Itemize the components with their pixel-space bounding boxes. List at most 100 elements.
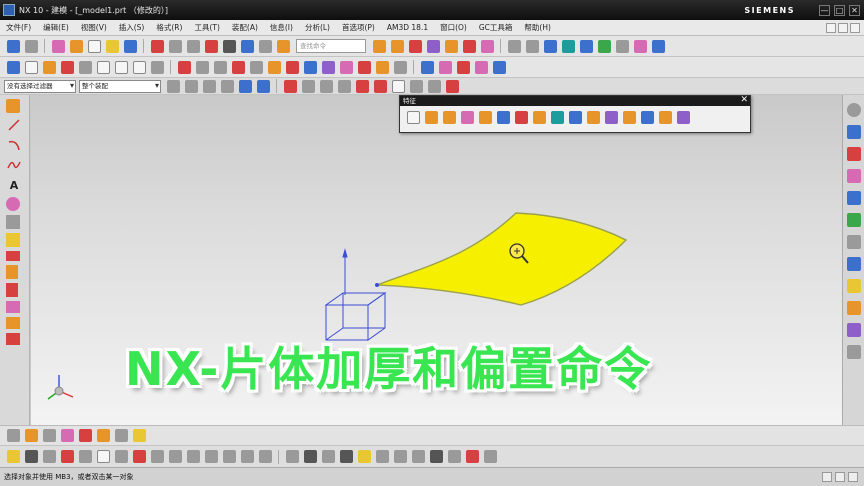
section-view-icon[interactable] [651,39,665,53]
snap-arc-center-icon[interactable] [355,79,369,93]
stop-at-intersection-icon[interactable] [42,450,56,463]
studio-render-icon[interactable] [303,450,317,463]
sketch-feature-icon[interactable] [406,111,420,124]
sketch-fillet-icon[interactable] [132,450,146,463]
menu-am3d[interactable]: AM3D 18.1 [381,23,434,32]
snap-tangent-icon[interactable] [42,429,56,442]
orient-view-icon[interactable] [579,39,593,53]
menu-gc-toolkit[interactable]: GC工具箱 [473,22,519,33]
sketch-trim-icon[interactable] [186,450,200,463]
shaded-render-icon[interactable] [285,450,299,463]
start-menu-icon[interactable] [6,39,20,53]
snap-endpoint-icon[interactable] [283,79,297,93]
project-curve-icon[interactable] [267,60,281,74]
close-part-icon[interactable] [222,39,236,53]
reuse-library-icon[interactable] [846,191,861,205]
chain-within-feature-icon[interactable] [78,450,92,463]
helix-icon[interactable] [6,197,20,211]
feature-toolbar-header[interactable]: 特征 ✕ [400,95,750,106]
cut-icon[interactable] [150,39,164,53]
part-navigator-tab-icon[interactable] [846,169,861,183]
datum-plane-icon[interactable] [303,60,317,74]
select-bodies-icon[interactable] [238,79,252,93]
finish-sketch-icon[interactable] [24,60,38,74]
color-palette-icon[interactable] [51,39,65,53]
add-point-icon[interactable] [150,60,164,74]
paste-icon[interactable] [186,39,200,53]
menu-assemblies[interactable]: 装配(A) [226,22,264,33]
maximize-button[interactable]: □ [834,4,845,16]
join-curve-icon[interactable] [6,251,20,261]
selection-filter-icon[interactable] [6,429,20,442]
spline-icon[interactable] [60,60,74,74]
curve-rule-icon[interactable] [6,450,20,463]
trim-curve-icon[interactable] [213,60,227,74]
doc-close-icon[interactable] [850,22,860,33]
shaded-edges-icon[interactable] [597,39,611,53]
offset-surface-icon[interactable] [676,111,690,124]
close-window-button[interactable]: ✕ [849,4,860,16]
face-analysis-icon[interactable] [375,450,389,463]
save-icon[interactable] [123,39,137,53]
snap-perpendicular-icon[interactable] [60,429,74,442]
clipping-icon[interactable] [465,450,479,463]
line-tool-icon[interactable] [6,117,22,133]
profile-icon[interactable] [42,60,56,74]
select-all-icon[interactable] [166,79,180,93]
app-switch-icon[interactable] [69,39,83,53]
redo-icon[interactable] [258,39,272,53]
snap-pole-icon[interactable] [445,79,459,93]
snap-quadrant-icon[interactable] [373,79,387,93]
chamfer-feature-icon[interactable] [550,111,564,124]
bridge-curve-icon[interactable] [6,265,18,279]
circle-icon[interactable] [96,60,110,74]
swept-icon[interactable] [456,60,470,74]
render-style-icon[interactable] [633,39,647,53]
curvature-analysis-icon[interactable] [429,450,443,463]
select-faces-icon[interactable] [202,79,216,93]
status-full-screen-icon[interactable] [822,472,832,482]
part-navigator-icon[interactable] [6,99,20,113]
snap-on-face-icon[interactable] [427,79,441,93]
measure-body-icon[interactable] [483,450,497,463]
lighting-icon[interactable] [339,450,353,463]
sketch-icon[interactable] [6,60,20,74]
select-edges-icon[interactable] [220,79,234,93]
view-fit-icon[interactable] [507,39,521,53]
menu-analysis[interactable]: 分析(L) [299,22,336,33]
offset-curve-icon[interactable] [231,60,245,74]
sketch-extend-icon[interactable] [204,450,218,463]
snap-control-icon[interactable] [319,79,333,93]
sketch-point-icon[interactable] [168,450,182,463]
extrude-icon[interactable] [372,39,386,53]
line-icon[interactable] [78,60,92,74]
sheet-body-surface[interactable] [376,212,628,306]
menu-information[interactable]: 信息(I) [264,22,299,33]
hd3d-tools-icon[interactable] [846,213,861,227]
boss-icon[interactable] [375,60,389,74]
sketch-constraint-icon[interactable] [258,450,272,463]
assembly-navigator-icon[interactable] [846,125,861,139]
sew-icon[interactable] [640,111,654,124]
menu-edit[interactable]: 编辑(E) [37,22,75,33]
status-toggle-icon[interactable] [835,472,845,482]
text-tool-icon[interactable]: A [6,177,22,193]
status-options-icon[interactable] [848,472,858,482]
move-object-icon[interactable] [24,429,38,442]
intersect-curve-icon[interactable] [285,60,299,74]
copy-icon[interactable] [168,39,182,53]
process-studio-icon[interactable] [846,301,861,315]
menu-help[interactable]: 帮助(H) [518,22,557,33]
show-hide-icon[interactable] [78,429,92,442]
scale-body-icon[interactable] [658,111,672,124]
rotate-view-icon[interactable] [561,39,575,53]
zoom-icon[interactable] [525,39,539,53]
curve-analysis-icon[interactable] [6,215,20,229]
fillet-icon[interactable] [6,233,20,247]
follow-fillet-icon[interactable] [60,450,74,463]
command-search-input[interactable]: 查找命令 [296,39,366,53]
new-file-icon[interactable] [87,39,101,53]
draft-feature-icon[interactable] [514,111,528,124]
sketch-circle-icon[interactable] [96,450,110,463]
sphere-icon[interactable] [462,39,476,53]
